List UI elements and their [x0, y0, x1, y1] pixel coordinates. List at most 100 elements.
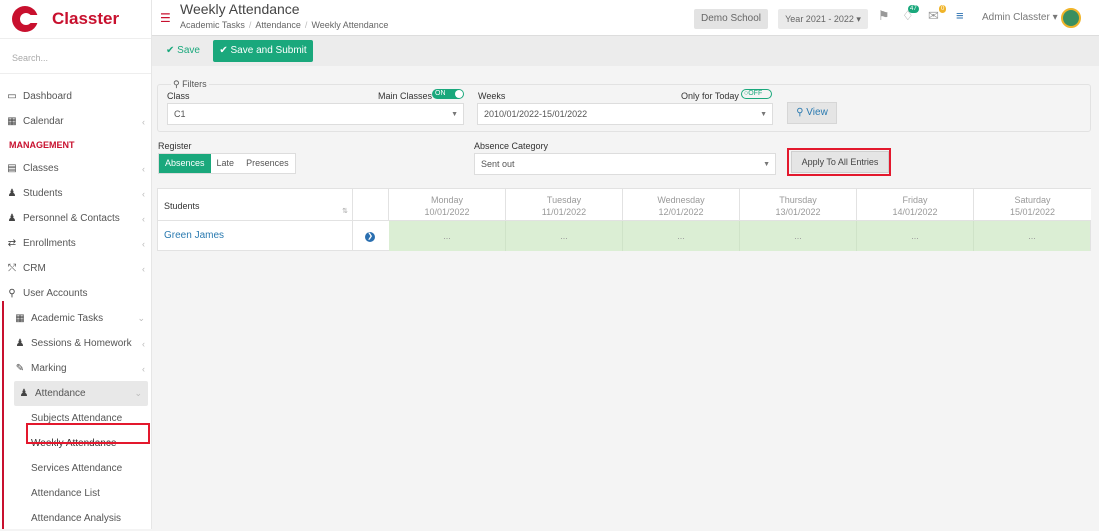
chevron-left-icon: ‹ — [142, 238, 145, 249]
breadcrumb: Academic Tasks / Attendance / Weekly Attenda… — [180, 20, 389, 30]
logo[interactable]: Classter — [0, 0, 151, 38]
breadcrumb-item[interactable]: Attendance — [255, 20, 301, 30]
monitor-icon: ▭ — [7, 90, 17, 102]
caret-down-icon: ▼ — [760, 111, 767, 118]
year-selector[interactable]: Year 2021 - 2022 ▾ — [778, 9, 868, 29]
weeks-label: Weeks — [478, 91, 506, 101]
main-classes-label: Main Classes — [378, 91, 433, 101]
caret-down-icon: ▼ — [763, 161, 770, 168]
sidebar-item-personnel[interactable]: ♟ Personnel & Contacts ‹ — [0, 206, 151, 231]
key-icon: ⚲ — [8, 287, 16, 299]
mail-count-badge: 0 — [939, 5, 947, 13]
menu-icon[interactable]: ☰ — [160, 11, 171, 25]
chevron-left-icon: ‹ — [142, 163, 145, 174]
class-select[interactable]: C1 ▼ — [167, 103, 464, 125]
attendance-cell[interactable]: ... — [623, 221, 740, 251]
sidebar-item-dashboard[interactable]: ▭ Dashboard — [0, 84, 151, 109]
register-label: Register — [158, 141, 192, 151]
topbar: ☰ Weekly Attendance Academic Tasks / Atten… — [152, 0, 1099, 36]
register-option-absences[interactable]: Absences — [159, 154, 211, 173]
sidebar-item-user-accounts[interactable]: ⚲ User Accounts — [0, 281, 151, 306]
sidebar-item-marking[interactable]: ✎ Marking ‹ — [0, 356, 151, 381]
day-header-monday: Monday 10/01/2022 — [389, 189, 506, 221]
day-header-thursday: Thursday 13/01/2022 — [740, 189, 857, 221]
sidebar-item-sessions-homework[interactable]: ♟ Sessions & Homework ‹ — [0, 331, 151, 356]
register-segmented-control: Absences Late Presences — [158, 153, 296, 174]
sessions-icon: ♟ — [15, 337, 25, 349]
flag-icon[interactable]: ⚑ — [878, 8, 890, 24]
check-icon: ✔ — [166, 45, 175, 56]
sidebar-item-attendance-list[interactable]: Attendance List — [0, 481, 151, 506]
sidebar-item-crm[interactable]: ⤲ CRM ‹ — [0, 256, 151, 281]
attendance-table: Students ⇅ Monday 10/01/2022 Tuesday 11/01/… — [157, 188, 1091, 251]
day-header-friday: Friday 14/01/2022 — [857, 189, 974, 221]
register-option-late[interactable]: Late — [211, 154, 241, 173]
chevron-left-icon: ‹ — [142, 338, 145, 349]
pencil-icon: ✎ — [15, 362, 25, 374]
grid-icon: ▦ — [15, 312, 25, 324]
chevron-left-icon: ‹ — [142, 213, 145, 224]
sidebar-item-attendance-analysis[interactable]: Attendance Analysis — [0, 506, 151, 531]
check-icon: ✔ — [219, 45, 228, 56]
sort-icon: ⇅ — [342, 208, 348, 215]
school-selector[interactable]: Demo School — [694, 9, 768, 29]
classter-logo-icon — [12, 6, 38, 32]
only-today-toggle[interactable]: ○OFF — [741, 89, 772, 99]
section-management: MANAGEMENT — [9, 140, 75, 150]
avatar[interactable] — [1061, 8, 1081, 28]
active-section-indicator — [2, 301, 4, 529]
user-menu[interactable]: Admin Classter ▾ — [982, 12, 1058, 23]
layers-icon[interactable]: ≡ — [956, 8, 964, 23]
weeks-select[interactable]: 2010/01/2022-15/01/2022 ▼ — [477, 103, 773, 125]
breadcrumb-item: Weekly Attendance — [311, 20, 389, 30]
attendance-cell[interactable]: ... — [506, 221, 623, 251]
breadcrumb-item[interactable]: Academic Tasks — [180, 20, 245, 30]
attendance-cell[interactable]: ... — [389, 221, 506, 251]
sidebar-item-enrollments[interactable]: ⇄ Enrollments ‹ — [0, 231, 151, 256]
students-icon: ♟ — [7, 187, 17, 199]
save-button[interactable]: ✔ Save — [166, 42, 200, 60]
sidebar-item-services-attendance[interactable]: Services Attendance — [0, 456, 151, 481]
crm-icon: ⤲ — [8, 262, 16, 274]
sidebar-item-calendar[interactable]: ▦ Calendar ‹ — [0, 109, 151, 134]
calendar-icon: ▦ — [7, 115, 17, 127]
filters-legend[interactable]: ⚲ Filters — [171, 79, 209, 90]
students-header[interactable]: Students ⇅ — [158, 189, 353, 221]
save-and-submit-button[interactable]: ✔ Save and Submit — [213, 40, 313, 62]
attendance-cell[interactable]: ... — [740, 221, 857, 251]
action-bar: ✔ Save ✔ Save and Submit — [152, 36, 1099, 66]
chevron-right-circle-icon[interactable]: ❯ — [365, 232, 375, 242]
sidebar-item-academic-tasks[interactable]: ▦ Academic Tasks ⌄ — [0, 306, 151, 331]
sidebar-search-input[interactable]: Search... — [0, 38, 151, 74]
search-icon: ⚲ — [796, 107, 804, 118]
main-classes-toggle[interactable]: ON — [432, 89, 464, 99]
page-title: Weekly Attendance — [180, 1, 300, 17]
sidebar-item-students[interactable]: ♟ Students ‹ — [0, 181, 151, 206]
register-option-presences[interactable]: Presences — [240, 154, 295, 173]
attendance-cell[interactable]: ... — [974, 221, 1090, 251]
classes-icon: ▤ — [7, 162, 17, 174]
chevron-down-icon: ⌄ — [134, 388, 142, 398]
sidebar-item-attendance[interactable]: ♟ Attendance ⌄ — [14, 381, 148, 406]
attendance-cell[interactable]: ... — [857, 221, 974, 251]
student-name-link[interactable]: Green James — [158, 221, 353, 251]
search-icon: ⚲ — [173, 79, 180, 89]
personnel-icon: ♟ — [7, 212, 17, 224]
chevron-left-icon: ‹ — [142, 116, 145, 127]
absence-category-label: Absence Category — [474, 141, 549, 151]
only-today-label: Only for Today — [681, 91, 739, 101]
absence-category-select[interactable]: Sent out ▼ — [474, 153, 776, 175]
highlight-apply-button — [787, 148, 891, 176]
sidebar: Classter Search... ▭ Dashboard ▦ Calendar ‹… — [0, 0, 152, 529]
highlight-weekly-attendance — [26, 423, 150, 444]
mail-icon[interactable]: ✉ — [928, 8, 939, 24]
attendance-icon: ♟ — [19, 387, 29, 399]
view-button[interactable]: ⚲ View — [787, 102, 837, 124]
chevron-left-icon: ‹ — [142, 188, 145, 199]
enrollments-icon: ⇄ — [7, 237, 17, 249]
expand-header — [353, 189, 389, 221]
day-header-wednesday: Wednesday 12/01/2022 — [623, 189, 740, 221]
brand-name: Classter — [52, 9, 120, 28]
day-header-tuesday: Tuesday 11/01/2022 — [506, 189, 623, 221]
sidebar-item-classes[interactable]: ▤ Classes ‹ — [0, 156, 151, 181]
